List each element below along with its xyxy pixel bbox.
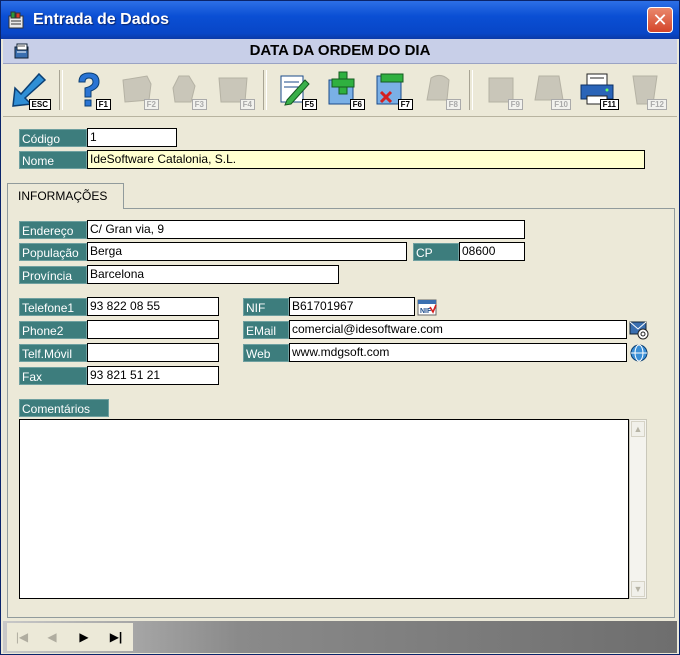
close-button[interactable]: ✕ <box>647 7 673 33</box>
email-field[interactable]: comercial@idesoftware.com <box>289 320 627 339</box>
entrada-de-dados-window: Entrada de Dados ✕ DATA DA ORDEM DO DIA … <box>0 0 680 655</box>
key-f3: F3 <box>191 99 207 110</box>
f2-button[interactable]: F2 <box>115 68 159 112</box>
key-f11: F11 <box>599 99 619 110</box>
next-record-button[interactable]: ▶ <box>73 627 95 647</box>
key-f2: F2 <box>143 99 159 110</box>
window-title: Entrada de Dados <box>33 11 170 28</box>
key-f10: F10 <box>551 99 571 110</box>
telefone1-label: Telefone1 <box>19 298 87 316</box>
nome-field[interactable]: IdeSoftware Catalonia, S.L. <box>87 150 645 169</box>
f10-button[interactable]: F10 <box>527 68 571 112</box>
nif-field[interactable]: B61701967 <box>289 297 415 316</box>
open-web-button[interactable] <box>629 343 649 363</box>
endereco-field[interactable]: C/ Gran via, 9 <box>87 220 525 239</box>
key-f5: F5 <box>301 99 317 110</box>
f12-button[interactable]: F12 <box>623 68 667 112</box>
f9-button[interactable]: F9 <box>479 68 523 112</box>
key-f1: F1 <box>95 99 111 110</box>
new-record-button[interactable]: F6 <box>321 68 365 112</box>
fax-field[interactable]: 93 821 51 21 <box>87 366 219 385</box>
web-field[interactable]: www.mdgsoft.com <box>289 343 627 362</box>
print-button[interactable]: F11 <box>575 68 619 112</box>
last-record-button[interactable]: ▶| <box>105 627 127 647</box>
populacao-field[interactable]: Berga <box>87 242 407 261</box>
provincia-label: Província <box>19 266 87 284</box>
title-bar[interactable]: Entrada de Dados ✕ <box>1 1 679 39</box>
key-esc: ESC <box>28 99 51 110</box>
record-navigator: |◀ ◀ ▶ ▶| <box>7 623 133 651</box>
key-f12: F12 <box>647 99 667 110</box>
populacao-label: População <box>19 243 87 261</box>
toolbar: ESC F1 F2 F3 F4 F5 F6 F7 F8 F9 F10 F11 F… <box>3 64 677 117</box>
codigo-field[interactable]: 1 <box>87 128 177 147</box>
phone2-label: Phone2 <box>19 321 87 339</box>
first-record-button[interactable]: |◀ <box>11 627 33 647</box>
key-f8: F8 <box>445 99 461 110</box>
tab-informacoes[interactable]: INFORMAÇÕES <box>7 183 124 209</box>
phone2-field[interactable] <box>87 320 219 339</box>
header-band: DATA DA ORDEM DO DIA <box>3 39 677 64</box>
scroll-up-button[interactable]: ▲ <box>631 421 645 437</box>
nif-badge-text: NIF <box>420 308 432 315</box>
codigo-label: Código <box>19 129 87 147</box>
send-email-button[interactable] <box>629 320 649 340</box>
toolbar-separator <box>469 70 473 110</box>
globe-icon <box>630 344 648 362</box>
f8-button[interactable]: F8 <box>417 68 461 112</box>
delete-record-button[interactable]: F7 <box>369 68 413 112</box>
key-f6: F6 <box>349 99 365 110</box>
key-f7: F7 <box>397 99 413 110</box>
comentarios-textarea[interactable] <box>19 419 629 599</box>
status-bar: |◀ ◀ ▶ ▶| <box>3 621 677 653</box>
header-title: DATA DA ORDEM DO DIA <box>249 42 431 59</box>
app-icon <box>8 11 24 29</box>
toolbar-separator <box>59 70 63 110</box>
cp-label: CP <box>413 243 459 261</box>
endereco-label: Endereço <box>19 221 87 239</box>
help-button[interactable]: F1 <box>67 68 111 112</box>
email-at-icon <box>629 321 649 340</box>
nif-label: NIF <box>243 298 289 316</box>
nif-validate-button[interactable]: NIF <box>417 297 437 317</box>
key-f9: F9 <box>507 99 523 110</box>
provincia-field[interactable]: Barcelona <box>87 265 339 284</box>
scroll-down-button[interactable]: ▼ <box>631 581 645 597</box>
exit-button[interactable]: ESC <box>7 68 51 112</box>
movil-label: Telf.Móvil <box>19 344 87 362</box>
key-f4: F4 <box>239 99 255 110</box>
toolbar-separator <box>263 70 267 110</box>
email-label: EMail <box>243 321 289 339</box>
fax-label: Fax <box>19 367 87 385</box>
comentarios-scrollbar[interactable]: ▲ ▼ <box>629 419 647 599</box>
nif-check-icon: NIF <box>417 299 437 316</box>
cp-field[interactable]: 08600 <box>459 242 525 261</box>
edit-button[interactable]: F5 <box>273 68 317 112</box>
comentarios-label: Comentários <box>19 399 109 417</box>
telefone1-field[interactable]: 93 822 08 55 <box>87 297 219 316</box>
close-icon: ✕ <box>652 10 668 30</box>
movil-field[interactable] <box>87 343 219 362</box>
web-label: Web <box>243 344 289 362</box>
f3-button[interactable]: F3 <box>163 68 207 112</box>
f4-button[interactable]: F4 <box>211 68 255 112</box>
prev-record-button[interactable]: ◀ <box>41 627 63 647</box>
nome-label: Nome <box>19 151 87 169</box>
